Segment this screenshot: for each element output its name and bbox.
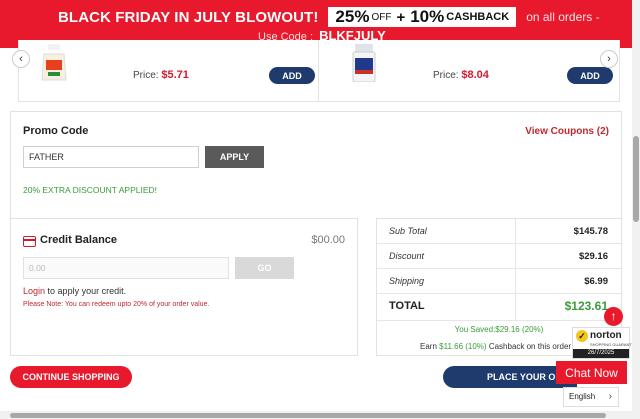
redeem-note: Please Note: You can redeem upto 20% of … (23, 301, 210, 308)
continue-shopping-button[interactable]: CONTINUE SHOPPING (10, 366, 132, 388)
credit-balance-title: Credit Balance (40, 234, 118, 246)
summary-value: $145.78 (573, 226, 608, 237)
carousel-next-icon[interactable]: › (600, 50, 618, 68)
banner-main-line: BLACK FRIDAY IN JULY BLOWOUT! 25% OFF + … (58, 6, 600, 28)
recommended-products: Price: $5.71 ADD Price: $8.04 ADD (10, 40, 628, 102)
deal-cashback: CASHBACK (446, 11, 510, 23)
price-label: Price: (433, 70, 459, 81)
summary-row-shipping: Shipping $6.99 (377, 269, 621, 294)
price-value: $5.71 (161, 69, 189, 81)
discount-applied-message: 20% EXTRA DISCOUNT APPLIED! (23, 185, 157, 195)
summary-value: $29.16 (578, 251, 608, 262)
summary-row-discount: Discount $29.16 (377, 244, 621, 269)
credit-amount-input[interactable]: 0.00 (23, 257, 229, 279)
apply-button[interactable]: APPLY (205, 146, 264, 168)
norton-check-icon: ✓ (576, 330, 588, 342)
language-label: English (569, 392, 596, 401)
product-card: Price: $8.04 ADD (318, 40, 620, 102)
carousel-prev-icon[interactable]: ‹ (12, 50, 30, 68)
summary-label: TOTAL (389, 300, 425, 312)
go-button[interactable]: GO (235, 257, 294, 279)
summary-divider (515, 244, 516, 268)
view-coupons-link[interactable]: View Coupons (2) (525, 126, 609, 137)
price-value: $8.04 (461, 69, 489, 81)
cashback-text: Earn $11.66 (10%) Cashback on this order (420, 342, 571, 351)
language-selector[interactable]: English › (563, 387, 619, 407)
login-instruction: Login to apply your credit. (23, 286, 126, 296)
deal-percent: 25% (335, 7, 370, 26)
add-to-cart-button[interactable]: ADD (269, 67, 315, 84)
promo-code-title: Promo Code (23, 125, 89, 137)
summary-value: $6.99 (584, 276, 608, 287)
chat-now-button[interactable]: Chat Now (556, 361, 627, 384)
norton-badge[interactable]: ✓ norton SHOPPING GUARANTEE 26/7/2025 (572, 327, 637, 359)
earn-prefix: Earn (420, 342, 437, 351)
credit-balance-section: Credit Balance $00.00 0.00 GO Login to a… (10, 218, 358, 356)
cashback-percent: 10% (410, 7, 445, 26)
deal-plus: + (396, 8, 406, 26)
banner-tail: on all orders - (526, 10, 600, 24)
summary-row-subtotal: Sub Total $145.78 (377, 219, 621, 244)
scroll-to-top-icon[interactable]: ↑ (604, 307, 623, 326)
promo-code-section: Promo Code View Coupons (2) FATHER APPLY… (10, 111, 622, 218)
summary-label: Sub Total (389, 226, 427, 236)
norton-subtitle: SHOPPING GUARANTEE (590, 342, 638, 347)
login-instruction-text: to apply your credit. (47, 286, 127, 296)
summary-label: Discount (389, 251, 425, 261)
add-to-cart-button[interactable]: ADD (567, 67, 613, 84)
product-price: Price: $5.71 (133, 69, 189, 81)
credit-card-icon (23, 236, 36, 247)
login-link[interactable]: Login (23, 286, 45, 296)
vertical-scrollbar[interactable] (632, 0, 640, 419)
summary-divider (515, 294, 516, 320)
price-label: Price: (133, 70, 159, 81)
product-price: Price: $8.04 (433, 69, 489, 81)
order-total-value: $123.61 (564, 299, 608, 313)
banner-headline: BLACK FRIDAY IN JULY BLOWOUT! (58, 8, 319, 26)
summary-divider (515, 219, 516, 243)
deal-box: 25% OFF + 10% CASHBACK (328, 7, 517, 27)
earn-suffix: Cashback on this order (488, 342, 572, 351)
norton-name: norton (590, 330, 622, 341)
summary-divider (515, 269, 516, 293)
horizontal-scroll-thumb[interactable] (10, 413, 606, 418)
horizontal-scrollbar[interactable] (0, 411, 632, 419)
earn-amount: $11.66 (10%) (439, 342, 487, 351)
product-image[interactable] (39, 44, 69, 82)
summary-label: Shipping (389, 276, 425, 286)
deal-off: OFF (371, 11, 392, 23)
norton-date: 26/7/2025 (573, 349, 629, 358)
summary-row-total: TOTAL $123.61 (377, 294, 621, 321)
product-card: Price: $5.71 ADD (18, 40, 322, 102)
product-image[interactable] (349, 44, 379, 82)
vertical-scroll-thumb[interactable] (633, 136, 639, 222)
credit-balance-amount: $00.00 (311, 234, 345, 246)
chevron-right-icon: › (608, 391, 612, 402)
promo-code-input[interactable]: FATHER (23, 146, 199, 168)
